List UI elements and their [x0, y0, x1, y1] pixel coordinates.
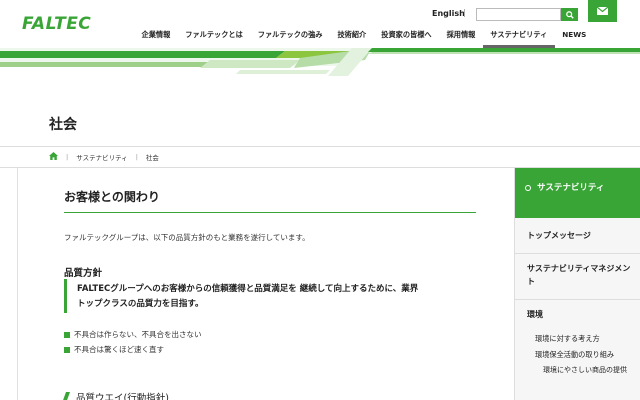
page-title: 社会	[49, 117, 77, 133]
sidebar-item-environment: 環境 環境に対する考え方 環境保全活動の取り組み 環境にやさしい商品の提供	[515, 300, 640, 400]
left-rule	[17, 168, 18, 400]
nav-company[interactable]: 企業情報	[134, 30, 178, 44]
list-item-text: 不具合は作らない、不具合を出さない	[74, 330, 202, 339]
intro-text: ファルテックグループは、以下の品質方針のもと業務を遂行しています。	[64, 233, 310, 242]
contact-button[interactable]	[588, 0, 617, 22]
quality-policy-statement: FALTECグループへのお客様からの信頼獲得と品質満足を 継続して向上するために…	[64, 279, 476, 313]
home-icon	[49, 152, 58, 160]
nav-about[interactable]: ファルテックとは	[178, 30, 251, 44]
nav-technology[interactable]: 技術紹介	[330, 30, 374, 44]
lang-separator: |	[463, 8, 466, 17]
list-item-text: 不具合は驚くほど速く直す	[74, 345, 164, 354]
global-nav: 企業情報 ファルテックとは ファルテックの強み 技術紹介 投資家の皆様へ 採用情…	[134, 30, 594, 48]
sidebar-nav: サステナビリティ トップメッセージ サステナビリティマネジメント 環境 環境に対…	[514, 168, 640, 400]
section-title: お客様との関わり	[64, 190, 160, 204]
breadcrumb-home[interactable]	[49, 152, 58, 162]
logo-text: FALTEC	[22, 14, 92, 34]
mail-icon	[597, 7, 608, 15]
list-item: 不具合は作らない、不具合を出さない	[64, 327, 202, 342]
bullet-icon	[64, 346, 70, 353]
sidebar-item-label[interactable]: 環境	[527, 310, 543, 319]
breadcrumb-current: 社会	[145, 154, 159, 162]
header-decoration	[0, 48, 640, 76]
search-input[interactable]	[476, 8, 561, 21]
sidebar-subitem-label: 環境にやさしい商品の提供	[543, 366, 627, 374]
breadcrumb: | サステナビリティ | 社会	[0, 146, 640, 168]
quality-way-heading: 品質ウエイ(行動指針)	[61, 390, 169, 400]
bullet-icon	[64, 331, 70, 338]
nav-sustainability[interactable]: サステナビリティ	[482, 30, 555, 48]
sidebar-item-top-message[interactable]: トップメッセージ	[515, 218, 640, 254]
policy-bullets: 不具合は作らない、不具合を出さない 不具合は驚くほど速く直す	[64, 327, 202, 357]
nav-recruit[interactable]: 採用情報	[439, 30, 483, 44]
quality-way-heading-text: 品質ウエイ(行動指針)	[76, 393, 169, 400]
section-divider	[64, 212, 476, 213]
breadcrumb-sustainability[interactable]: サステナビリティ	[76, 152, 127, 162]
list-item: 不具合は驚くほど速く直す	[64, 342, 202, 357]
policy-line: FALTECグループへのお客様からの信頼獲得と品質満足を 継続して向上するために…	[77, 284, 419, 294]
sidebar-item-label: サステナビリティマネジメント	[527, 264, 631, 286]
breadcrumb-separator: |	[135, 153, 138, 161]
nav-investors[interactable]: 投資家の皆様へ	[374, 30, 439, 44]
sidebar-item-management[interactable]: サステナビリティマネジメント	[515, 254, 640, 300]
sidebar-subitem-eco-products[interactable]: 環境にやさしい商品の提供	[527, 365, 633, 376]
search-icon	[565, 10, 574, 19]
main-content: お客様との関わり ファルテックグループは、以下の品質方針のもと業務を遂行していま…	[61, 168, 476, 400]
site-header: FALTEC English | 企業情報 ファルテックとは ファルテックの強み…	[0, 0, 640, 48]
policy-line: トップクラスの品質力を目指す。	[77, 299, 204, 309]
sidebar-head-label: サステナビリティ	[537, 183, 605, 193]
page-title-area: 社会	[0, 78, 640, 146]
sidebar-subitem-env-thinking[interactable]: 環境に対する考え方	[527, 333, 633, 345]
sidebar-subitem-env-activities[interactable]: 環境保全活動の取り組み	[527, 349, 633, 361]
quality-policy-heading: 品質方針	[64, 268, 103, 279]
heading-mark-icon	[61, 391, 71, 400]
search-button[interactable]	[561, 8, 578, 21]
nav-news[interactable]: NEWS	[555, 30, 594, 44]
sidebar-head-sustainability[interactable]: サステナビリティ	[515, 168, 640, 218]
breadcrumb-separator: |	[66, 153, 69, 161]
faltec-logo[interactable]: FALTEC	[22, 14, 91, 34]
nav-strengths[interactable]: ファルテックの強み	[250, 30, 330, 44]
sidebar-item-label: トップメッセージ	[527, 231, 591, 240]
english-link[interactable]: English	[432, 9, 465, 18]
circle-icon	[525, 185, 531, 191]
